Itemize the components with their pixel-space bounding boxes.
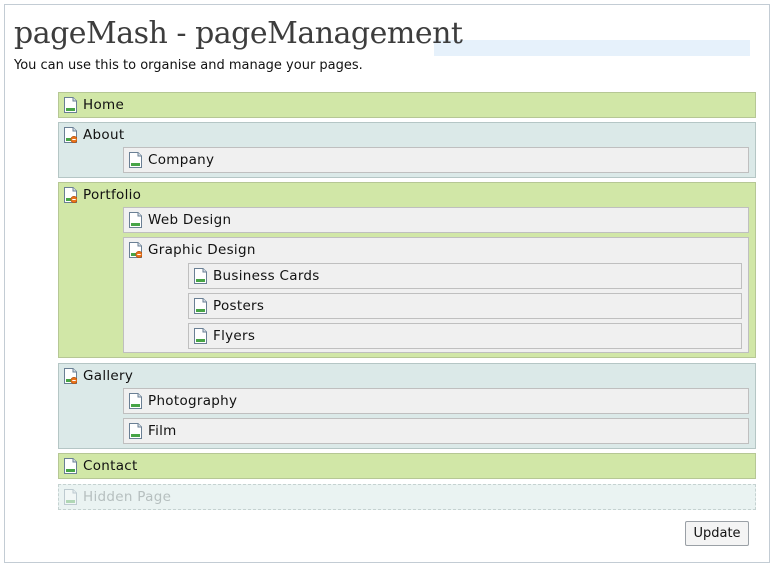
page-label: Home: [83, 97, 125, 113]
page-icon: [194, 268, 207, 284]
page-with-children-icon: [129, 242, 142, 258]
page-title: pageMash - pageManagement: [14, 16, 463, 51]
page-label: Graphic Design: [148, 242, 256, 258]
page-item-photography[interactable]: Photography: [123, 388, 749, 414]
page-icon: [129, 423, 142, 439]
page-with-children-icon: [64, 187, 77, 203]
title-underline-stripe: [434, 40, 750, 56]
page-item-posters[interactable]: Posters: [188, 293, 742, 319]
page-icon: [129, 212, 142, 228]
page-with-children-icon: [64, 127, 77, 143]
page-item-contact[interactable]: Contact: [58, 453, 756, 479]
page-icon: [194, 298, 207, 314]
page-icon: [64, 489, 77, 505]
page-item-flyers[interactable]: Flyers: [188, 323, 742, 349]
page-item-film[interactable]: Film: [123, 418, 749, 444]
page-label: Hidden Page: [83, 489, 172, 505]
page-item-home[interactable]: Home: [58, 92, 756, 118]
page-label: Portfolio: [83, 187, 142, 203]
page-icon: [194, 328, 207, 344]
page-label: Gallery: [83, 368, 134, 384]
page-label: Business Cards: [213, 268, 320, 284]
page-item-hidden-page[interactable]: Hidden Page: [58, 484, 756, 510]
page-icon: [64, 458, 77, 474]
page-label: Web Design: [148, 212, 232, 228]
page-label: Film: [148, 423, 177, 439]
page-icon: [129, 393, 142, 409]
page-icon: [129, 152, 142, 168]
page-label: Company: [148, 152, 215, 168]
page-with-children-icon: [64, 368, 77, 384]
page-description: You can use this to organise and manage …: [14, 58, 363, 73]
update-button[interactable]: Update: [685, 521, 749, 546]
page-icon: [64, 97, 77, 113]
page-label: About: [83, 127, 125, 143]
page-label: Posters: [213, 298, 265, 314]
page-label: Photography: [148, 393, 238, 409]
page-item-company[interactable]: Company: [123, 147, 749, 173]
page-item-business-cards[interactable]: Business Cards: [188, 263, 742, 289]
header: pageMash - pageManagement: [14, 16, 750, 56]
page-label: Contact: [83, 458, 138, 474]
page-item-web-design[interactable]: Web Design: [123, 207, 749, 233]
page-label: Flyers: [213, 328, 256, 344]
